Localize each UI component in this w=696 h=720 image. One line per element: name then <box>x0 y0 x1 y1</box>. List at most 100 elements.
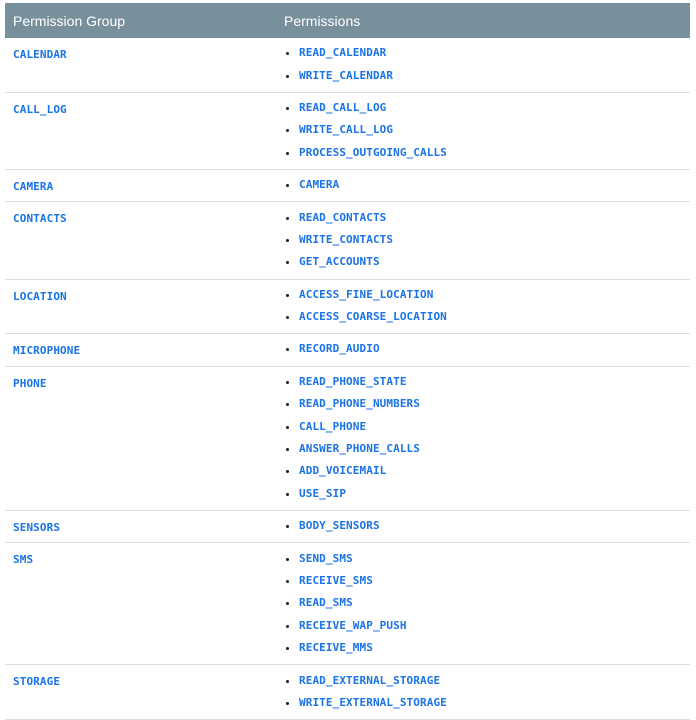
permission-name: RECEIVE_WAP_PUSH <box>299 618 407 632</box>
table-row: PHONE READ_PHONE_STATE READ_PHONE_NUMBERS C… <box>5 365 690 510</box>
permission-group-name: CONTACTS <box>13 212 67 226</box>
bullet-icon <box>286 492 289 496</box>
permission-list: BODY_SENSORS <box>284 515 690 537</box>
permission-name: ADD_VOICEMAIL <box>299 464 387 478</box>
permissions-cell: READ_PHONE_STATE READ_PHONE_NUMBERS CALL_P… <box>284 367 690 510</box>
permission-list-item: READ_PHONE_STATE <box>284 371 690 393</box>
bullet-icon <box>286 52 289 56</box>
permission-group-name: CAMERA <box>13 179 54 193</box>
permission-name: WRITE_CALENDAR <box>299 68 394 82</box>
permission-list-item: BODY_SENSORS <box>284 515 690 537</box>
permissions-cell: BODY_SENSORS <box>284 511 690 542</box>
permission-name: USE_SIP <box>299 486 347 500</box>
bullet-icon <box>286 470 289 474</box>
bullet-icon <box>286 238 289 242</box>
table-row: SENSORS BODY_SENSORS <box>5 510 690 542</box>
permission-list-item: WRITE_CONTACTS <box>284 229 690 251</box>
permissions-cell: READ_CALENDAR WRITE_CALENDAR <box>284 38 690 92</box>
permission-name: PROCESS_OUTGOING_CALLS <box>299 145 447 159</box>
bullet-icon <box>286 261 289 265</box>
header-permissions: Permissions <box>284 12 361 29</box>
bullet-icon <box>286 647 289 651</box>
permission-name: RECEIVE_SMS <box>299 574 373 587</box>
permission-group-cell: MICROPHONE <box>5 334 284 365</box>
permission-group-cell: CONTACTS <box>5 202 284 278</box>
permission-list-item: ACCESS_COARSE_LOCATION <box>284 306 690 328</box>
permissions-cell: ACCESS_FINE_LOCATION ACCESS_COARSE_LOCATI… <box>284 280 690 334</box>
bullet-icon <box>286 580 289 583</box>
permission-group-cell: SENSORS <box>5 511 284 542</box>
permission-group-name: MICROPHONE <box>13 344 81 358</box>
table-header: Permission Group Permissions <box>5 3 690 38</box>
table-row: CALL_LOG READ_CALL_LOG WRITE_CALL_LOG PROCE… <box>5 91 690 169</box>
permission-group-name: STORAGE <box>13 675 61 689</box>
permission-list: RECORD_AUDIO <box>284 338 690 360</box>
permission-group-name: SMS <box>13 553 34 567</box>
permission-list-item: RECORD_AUDIO <box>284 338 690 360</box>
permission-group-name: SENSORS <box>13 521 61 535</box>
bullet-icon <box>286 624 289 628</box>
permission-group-cell: CAMERA <box>5 170 284 201</box>
permission-list-item: RECEIVE_SMS <box>284 570 690 592</box>
permission-list-item: READ_PHONE_NUMBERS <box>284 393 690 415</box>
permission-name: WRITE_EXTERNAL_STORAGE <box>299 695 447 709</box>
permission-list-item: READ_CALENDAR <box>284 42 690 64</box>
permission-list: READ_CALENDAR WRITE_CALENDAR <box>284 42 690 87</box>
permission-name: ACCESS_FINE_LOCATION <box>299 287 434 301</box>
permission-list-item: READ_SMS <box>284 592 690 614</box>
permission-list: READ_CONTACTS WRITE_CONTACTS GET_ACCOUNTS <box>284 206 690 273</box>
bullet-icon <box>286 557 289 561</box>
permission-list-item: ADD_VOICEMAIL <box>284 460 690 482</box>
permission-list-item: RECEIVE_MMS <box>284 637 690 659</box>
bullet-icon <box>286 151 289 155</box>
permission-list: READ_EXTERNAL_STORAGE WRITE_EXTERNAL_STOR… <box>284 669 690 714</box>
permission-list-item: SEND_SMS <box>284 547 690 569</box>
bullet-icon <box>286 679 289 683</box>
permission-name: READ_CALENDAR <box>299 46 387 60</box>
permissions-table: Permission Group Permissions CALENDAR REA… <box>5 3 690 720</box>
bullet-icon <box>286 380 289 384</box>
permission-list-item: ACCESS_FINE_LOCATION <box>284 284 690 306</box>
permission-group-cell: STORAGE <box>5 665 284 719</box>
permission-list: SEND_SMS RECEIVE_SMS READ_SMS RECEIVE_WAP_P… <box>284 547 690 659</box>
permissions-cell: CAMERA <box>284 170 690 201</box>
table-row: MICROPHONE RECORD_AUDIO <box>5 333 690 365</box>
bullet-icon <box>286 701 289 705</box>
permission-name: CAMERA <box>299 178 340 192</box>
bullet-icon <box>286 216 289 220</box>
permission-group-cell: PHONE <box>5 367 284 510</box>
permission-name: READ_PHONE_STATE <box>299 374 407 388</box>
bullet-icon <box>286 403 289 407</box>
permission-name: RECORD_AUDIO <box>299 342 380 356</box>
bullet-icon <box>286 525 289 529</box>
table-row: STORAGE READ_EXTERNAL_STORAGE WRITE_EXTERN… <box>5 664 690 719</box>
permission-name: RECEIVE_MMS <box>299 641 373 655</box>
table-row: SMS SEND_SMS RECEIVE_SMS READ_SMS RECEIVE_WA… <box>5 542 690 664</box>
permission-name: READ_CONTACTS <box>299 210 387 224</box>
permission-name: GET_ACCOUNTS <box>299 255 380 269</box>
permission-name: CALL_PHONE <box>299 419 367 433</box>
permission-list-item: READ_CALL_LOG <box>284 97 690 119</box>
permission-name: READ_SMS <box>299 596 353 610</box>
permission-name: READ_CALL_LOG <box>299 100 387 114</box>
permission-list-item: CALL_PHONE <box>284 415 690 437</box>
permission-name: WRITE_CONTACTS <box>299 232 394 246</box>
permission-list-item: GET_ACCOUNTS <box>284 251 690 273</box>
permission-group-name: LOCATION <box>13 289 67 303</box>
permission-name: SEND_SMS <box>299 551 353 565</box>
permission-group-name: CALENDAR <box>13 48 67 61</box>
table-row: LOCATION ACCESS_FINE_LOCATION ACCESS_COARS… <box>5 278 690 334</box>
permission-list-item: WRITE_CALENDAR <box>284 64 690 86</box>
permission-group-cell: SMS <box>5 543 284 664</box>
permission-list-item: CAMERA <box>284 174 690 196</box>
permissions-cell: READ_CONTACTS WRITE_CONTACTS GET_ACCOUNTS <box>284 202 690 278</box>
permission-name: READ_PHONE_NUMBERS <box>299 397 421 411</box>
table-row: CAMERA CAMERA <box>5 168 690 201</box>
bullet-icon <box>286 316 289 320</box>
bullet-icon <box>286 348 289 352</box>
permission-list-item: PROCESS_OUTGOING_CALLS <box>284 142 690 164</box>
permission-list-item: WRITE_CALL_LOG <box>284 119 690 141</box>
bullet-icon <box>286 602 289 606</box>
permissions-cell: RECORD_AUDIO <box>284 334 690 365</box>
bullet-icon <box>286 425 289 429</box>
